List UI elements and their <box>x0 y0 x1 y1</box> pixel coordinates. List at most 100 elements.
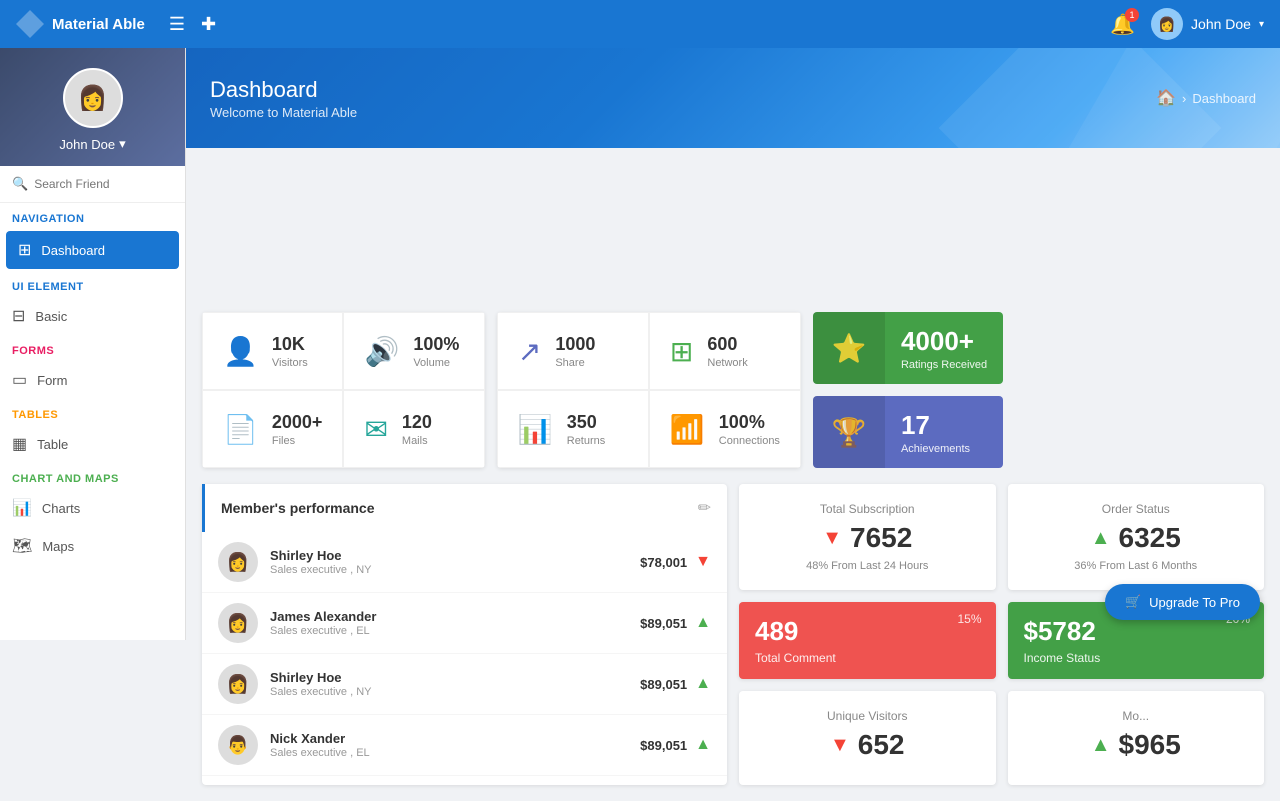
mails-icon: ✉ <box>364 413 387 446</box>
member-row: 👩 Shirley Hoe Sales executive , NY $89,0… <box>202 654 727 715</box>
tables-section-label: Tables <box>0 399 185 425</box>
form-icon: ▭ <box>12 370 27 390</box>
network-label: Network <box>707 357 747 369</box>
subscription-value: 7652 <box>850 522 912 554</box>
sidebar-item-table[interactable]: ▦ Table <box>0 425 185 463</box>
returns-icon: 📊 <box>518 413 553 446</box>
sidebar-item-label: Dashboard <box>41 243 105 258</box>
upgrade-button[interactable]: 🛒 Upgrade To Pro <box>1105 584 1260 620</box>
trend-up-icon-2: ▲ <box>695 614 711 632</box>
star-icon: ⭐ <box>832 332 867 365</box>
comment-pct: 15% <box>957 612 981 626</box>
sidebar: 👩 John Doe ▾ 🔍 Navigation ⊞ Dashboard UI… <box>0 48 186 640</box>
logo-icon <box>16 10 44 38</box>
nav-section-label: Navigation <box>0 203 185 229</box>
subscription-sub: 48% From Last 24 Hours <box>759 560 976 572</box>
volume-value: 100% <box>413 334 459 355</box>
trend-down-icon-1: ▼ <box>695 553 711 571</box>
stat-group-2: ↗ 1000 Share ⊞ 600 Network 📊 350 Returns <box>497 312 801 468</box>
member-role-2: Sales executive , EL <box>270 625 376 637</box>
member-amount-2: $89,051 <box>640 616 687 631</box>
breadcrumb-separator: › <box>1182 91 1186 106</box>
stat-files: 📄 2000+ Files <box>202 390 343 468</box>
sidebar-item-label: Basic <box>35 309 67 324</box>
visitors-unique-label: Unique Visitors <box>759 709 976 723</box>
breadcrumb: 🏠 › Dashboard <box>1156 88 1256 108</box>
ratings-icon-area: ⭐ <box>813 312 885 384</box>
sidebar-username: John Doe ▾ <box>0 136 185 152</box>
member-info-4: Nick Xander Sales executive , EL <box>270 731 370 759</box>
widget-total-subscription: Total Subscription ▼ 7652 48% From Last … <box>739 484 996 590</box>
widget-more: Mo... ▲ $965 <box>1008 691 1265 785</box>
achievements-label: Achievements <box>901 443 970 455</box>
right-grid: Total Subscription ▼ 7652 48% From Last … <box>739 484 1264 785</box>
notification-bell[interactable]: 🔔 1 <box>1110 12 1135 37</box>
topnav: Material Able ☰ ✚ 🔔 1 👩 John Doe ▾ <box>0 0 1280 48</box>
member-info-2: James Alexander Sales executive , EL <box>270 609 376 637</box>
trophy-icon: 🏆 <box>832 416 867 449</box>
user-menu[interactable]: 👩 John Doe ▾ <box>1151 8 1264 40</box>
widget-unique-visitors: Unique Visitors ▼ 652 <box>739 691 996 785</box>
stat-special-cards: ⭐ 4000+ Ratings Received 🏆 17 Achievemen… <box>813 312 1003 468</box>
stat-share: ↗ 1000 Share <box>497 312 649 390</box>
stat-visitors: 👤 10K Visitors <box>202 312 343 390</box>
header-title: Dashboard Welcome to Material Able <box>210 77 357 120</box>
sidebar-item-form[interactable]: ▭ Form <box>0 361 185 399</box>
dashboard-icon: ⊞ <box>18 240 31 260</box>
ratings-value: 4000+ <box>901 326 987 357</box>
share-label: Share <box>555 357 595 369</box>
stat-group-1: 👤 10K Visitors 🔊 100% Volume 📄 2000+ Fil… <box>202 312 485 468</box>
member-row: 👩 Shirley Hoe Sales executive , NY $78,0… <box>202 532 727 593</box>
more-value: $965 <box>1119 729 1181 761</box>
sidebar-item-charts[interactable]: 📊 Charts <box>0 489 185 527</box>
share-icon: ↗ <box>518 335 541 368</box>
income-label: Income Status <box>1024 651 1249 665</box>
sidebar-item-dashboard[interactable]: ⊞ Dashboard <box>6 231 179 269</box>
member-role-4: Sales executive , EL <box>270 747 370 759</box>
achievements-value: 17 <box>901 410 970 441</box>
stat-volume: 🔊 100% Volume <box>343 312 484 390</box>
stat-ratings-card: ⭐ 4000+ Ratings Received <box>813 312 1003 384</box>
network-value: 600 <box>707 334 747 355</box>
user-name-label: John Doe <box>1191 16 1251 32</box>
forms-section-label: Forms <box>0 335 185 361</box>
mails-value: 120 <box>402 412 432 433</box>
member-row: 👨 Nick Xander Sales executive , EL $89,0… <box>202 715 727 776</box>
search-icon: 🔍 <box>12 176 28 192</box>
sidebar-item-basic[interactable]: ⊟ Basic <box>0 297 185 335</box>
volume-icon: 🔊 <box>364 335 399 368</box>
ratings-label: Ratings Received <box>901 359 987 371</box>
visitors-unique-value: 652 <box>858 729 905 761</box>
achievements-info: 17 Achievements <box>885 400 986 465</box>
member-role-3: Sales executive , NY <box>270 686 372 698</box>
cart-icon: 🛒 <box>1125 594 1141 610</box>
visitors-trend-icon: ▼ <box>830 734 850 757</box>
grid-icon[interactable]: ✚ <box>201 14 216 35</box>
visitors-value: 10K <box>272 334 308 355</box>
connections-value: 100% <box>719 412 780 433</box>
edit-icon[interactable]: ✏ <box>698 498 711 518</box>
search-input[interactable] <box>34 177 173 191</box>
page-subtitle: Welcome to Material Able <box>210 105 357 120</box>
returns-value: 350 <box>567 412 606 433</box>
sidebar-avatar: 👩 <box>63 68 123 128</box>
sidebar-item-maps[interactable]: 🗺 Maps <box>0 527 185 565</box>
widget-order-status: Order Status ▲ 6325 36% From Last 6 Mont… <box>1008 484 1265 590</box>
member-amount-3: $89,051 <box>640 677 687 692</box>
member-avatar-4: 👨 <box>218 725 258 765</box>
returns-label: Returns <box>567 435 606 447</box>
network-icon: ⊞ <box>670 335 693 368</box>
visitors-value-row: ▼ 652 <box>759 729 976 761</box>
sidebar-item-label: Table <box>37 437 68 452</box>
member-name-1: Shirley Hoe <box>270 548 372 563</box>
connections-label: Connections <box>719 435 780 447</box>
member-name-3: Shirley Hoe <box>270 670 372 685</box>
member-name-4: Nick Xander <box>270 731 370 746</box>
member-role-1: Sales executive , NY <box>270 564 372 576</box>
files-icon: 📄 <box>223 413 258 446</box>
app-logo[interactable]: Material Able <box>16 10 145 38</box>
panel-title: Member's performance <box>221 500 375 516</box>
menu-icon[interactable]: ☰ <box>169 14 185 35</box>
files-value: 2000+ <box>272 412 323 433</box>
subscription-value-row: ▼ 7652 <box>759 522 976 554</box>
